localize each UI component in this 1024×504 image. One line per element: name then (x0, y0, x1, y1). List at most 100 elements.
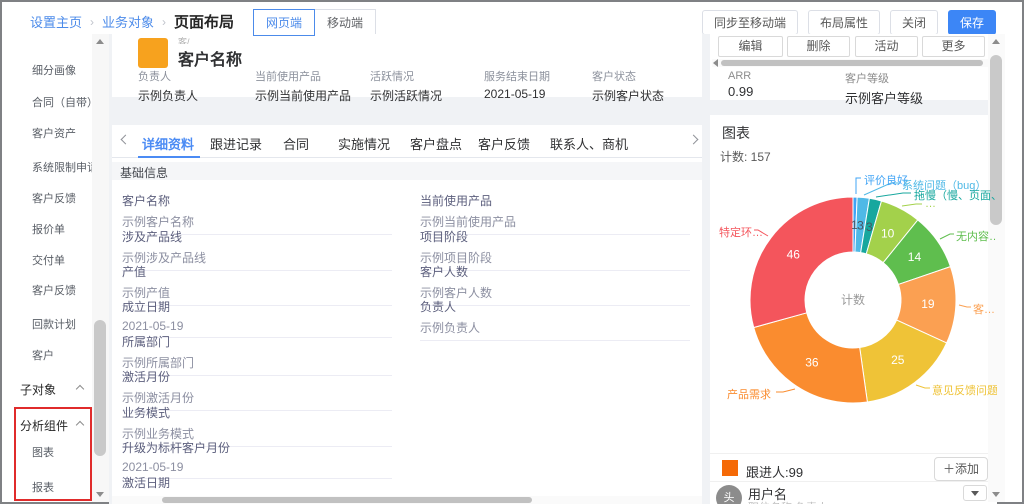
field-label: 客户等级 (845, 70, 923, 86)
top-actions: 同步至移动端 布局属性 关闭 保存 (702, 10, 996, 35)
field-label: ARR (728, 70, 753, 82)
sidebar-item-delivery[interactable]: 交付单 (32, 252, 65, 268)
callout-label: 特定环… (719, 224, 763, 240)
breadcrumb-separator-icon: › (90, 15, 94, 29)
close-button[interactable]: 关闭 (890, 10, 938, 35)
panel-scrollbar[interactable] (988, 34, 1005, 502)
pie-value-label: 14 (908, 250, 922, 264)
header-field: 服务结束日期 2021-05-19 (484, 68, 596, 101)
user-row[interactable]: 头 用户名 职位名称 负责人 (710, 481, 997, 502)
field-value: 示例负责人 (138, 87, 250, 104)
header-field: 当前使用产品 示例当前使用产品 (255, 68, 367, 104)
tab-implementation[interactable]: 实施情况 (338, 134, 390, 153)
field-label: 负责人 (138, 68, 250, 84)
scroll-up-icon[interactable] (96, 39, 104, 44)
breadcrumb-home[interactable]: 设置主页 (30, 12, 82, 31)
sidebar-item-segment-profile[interactable]: 细分画像 (32, 62, 76, 78)
user-avatar: 头 (716, 485, 742, 504)
clipped-label: 客/ (178, 35, 190, 44)
more-button[interactable]: 更多 (922, 36, 985, 57)
sidebar-item-contract-builtin[interactable]: 合同（自带） (32, 94, 92, 110)
pie-value-label: 46 (787, 248, 801, 262)
add-followup-button[interactable]: ＋添加 (934, 457, 988, 481)
field-label: 客户状态 (592, 68, 704, 84)
pie-value-label: 25 (891, 353, 905, 367)
customer-header-card: 客/ 客户名称 负责人 示例负责人 当前使用产品 示例当前使用产品 活跃情况 示… (112, 34, 702, 97)
sidebar-item-payment-plan[interactable]: 回款计划 (32, 316, 76, 332)
collapse-icon[interactable] (76, 385, 84, 393)
pie-slice-8[interactable] (750, 197, 853, 327)
pie-value-label: 36 (805, 356, 819, 370)
sync-to-mobile-button[interactable]: 同步至移动端 (702, 10, 798, 35)
sidebar-item-customer-assets[interactable]: 客户资产 (32, 125, 76, 141)
user-subtitle: 职位名称 负责人 (748, 499, 828, 504)
followup-swatch (722, 460, 738, 476)
delete-button[interactable]: 删除 (787, 36, 850, 57)
breadcrumb: 设置主页 › 业务对象 › 页面布局 (30, 11, 234, 32)
tab-contacts-opportunity[interactable]: 联系人、商机 (550, 134, 628, 153)
actions-hscrollbar-thumb[interactable] (721, 60, 983, 66)
sidebar-scrollbar[interactable] (92, 34, 109, 502)
sidebar-scrollbar-thumb[interactable] (94, 320, 106, 456)
header-field: 活跃情况 示例活跃情况 (370, 68, 482, 104)
field-label: 服务结束日期 (484, 68, 596, 84)
scroll-left-icon[interactable] (713, 59, 718, 67)
chart-card: 图表 计数: 157 133101419253646 计数 评价良好 系统问题（… (710, 115, 997, 504)
activity-button[interactable]: 活动 (855, 36, 918, 57)
field-value: 2021-05-19 (484, 87, 596, 101)
field-label: 产值 (122, 263, 392, 280)
pie-chart-area: 133101419253646 计数 评价良好 系统问题（bug） 拖慢（慢、页… (710, 170, 997, 470)
field-label: 涉及产品线 (122, 228, 392, 245)
top-bar: 设置主页 › 业务对象 › 页面布局 网页端 移动端 同步至移动端 布局属性 关… (2, 2, 1022, 34)
main-horizontal-scrollbar[interactable] (112, 496, 702, 504)
sidebar-item-quotation[interactable]: 报价单 (32, 221, 65, 237)
edit-button[interactable]: 编辑 (718, 36, 783, 57)
header-field: 负责人 示例负责人 (138, 68, 250, 104)
active-tab-underline (138, 156, 200, 158)
field-label: 激活日期 (122, 474, 392, 491)
view-toggle: 网页端 移动端 (253, 9, 376, 36)
sidebar-item-customer[interactable]: 客户 (32, 347, 54, 363)
toggle-mobile-button[interactable]: 移动端 (314, 9, 376, 36)
scroll-down-icon[interactable] (992, 492, 1000, 497)
callout-label: 客… (973, 301, 995, 317)
tabs-next-icon[interactable] (689, 135, 699, 145)
sidebar-item-customer-feedback-2[interactable]: 客户反馈 (32, 282, 76, 298)
field-value: 示例当前使用产品 (255, 87, 367, 104)
field-label: 激活月份 (122, 368, 392, 385)
sidebar-item-customer-feedback[interactable]: 客户反馈 (32, 190, 76, 206)
tab-contract[interactable]: 合同 (283, 134, 309, 153)
field-value: 示例客户等级 (845, 88, 923, 107)
scroll-down-icon[interactable] (96, 492, 104, 497)
sidebar-item-system-limit[interactable]: 系统限制申请明细 (32, 159, 94, 175)
field-label: 成立日期 (122, 298, 392, 315)
pie-value-label: 10 (881, 226, 895, 240)
section-header: 基础信息 (112, 162, 702, 180)
customer-name-title: 客户名称 (178, 46, 242, 70)
field-label: 活跃情况 (370, 68, 482, 84)
tabs-prev-icon[interactable] (121, 135, 131, 145)
donut-chart[interactable]: 133101419253646 计数 (710, 170, 997, 470)
callout-label: 无内容… (956, 228, 997, 244)
main-hscrollbar-thumb[interactable] (162, 497, 532, 503)
page-title: 页面布局 (174, 11, 234, 32)
tab-customer-review[interactable]: 客户盘点 (410, 134, 462, 153)
breadcrumb-business-object[interactable]: 业务对象 (102, 12, 154, 31)
scroll-up-icon[interactable] (992, 39, 1000, 44)
tab-customer-feedback[interactable]: 客户反馈 (478, 134, 530, 153)
toggle-web-button[interactable]: 网页端 (253, 9, 315, 36)
form-field: 激活日期2021-05-19 (122, 474, 392, 496)
customer-avatar (138, 38, 168, 68)
actions-horizontal-scrollbar[interactable] (712, 59, 995, 67)
sidebar-group-subobject[interactable]: 子对象 (20, 381, 56, 398)
callout-label: … (925, 198, 936, 210)
layout-properties-button[interactable]: 布局属性 (808, 10, 880, 35)
save-button[interactable]: 保存 (948, 10, 996, 35)
callout-label: 产品需求 (727, 386, 771, 402)
customer-grade-field: 客户等级 示例客户等级 (845, 70, 923, 107)
tab-detail-info[interactable]: 详细资料 (142, 134, 194, 153)
tab-follow-records[interactable]: 跟进记录 (210, 134, 262, 153)
annotation-highlight-box (14, 407, 92, 501)
user-dropdown-button[interactable] (963, 485, 987, 501)
donut-center-label: 计数 (841, 292, 865, 307)
